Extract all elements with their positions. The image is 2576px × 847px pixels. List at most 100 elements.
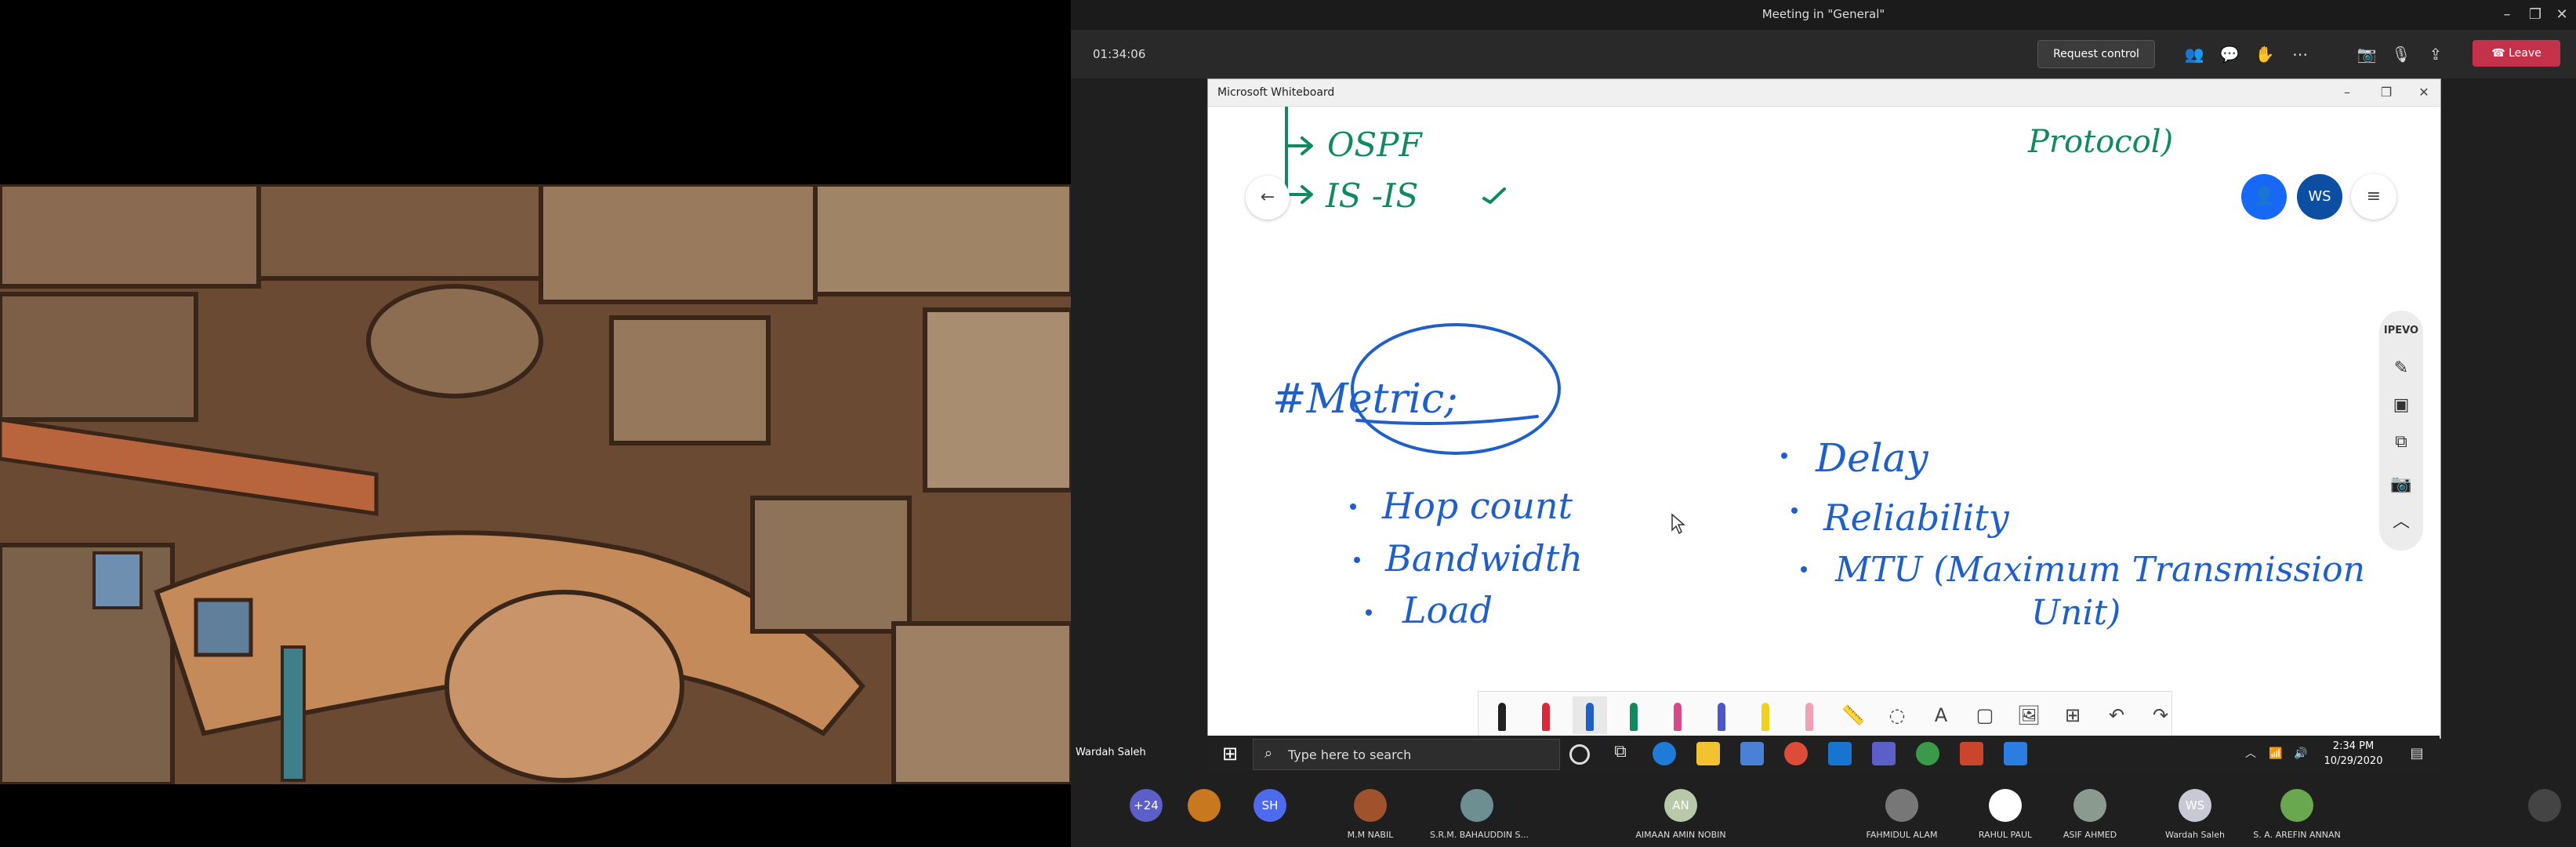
- wb-minimize-icon[interactable]: –: [2335, 83, 2359, 102]
- person-avatar-icon[interactable]: 👤: [2241, 174, 2287, 220]
- collapse-up-icon[interactable]: ︿: [2390, 511, 2412, 533]
- bullet-5: [1791, 507, 1798, 514]
- participant-tile[interactable]: AN AIMAAN AMIN NOBIN: [1634, 772, 1728, 847]
- title-bar: Meeting in "General" – ❐ ✕: [1071, 0, 2576, 30]
- presenter-name: Wardah Saleh: [1076, 747, 1146, 758]
- participant-name: Wardah Saleh: [2165, 830, 2225, 840]
- ink-isis: IS -IS: [1325, 176, 1418, 215]
- taskbar-search-box[interactable]: ⌕ Type here to search: [1253, 739, 1560, 770]
- share-screen-icon[interactable]: ⇪: [2425, 44, 2446, 64]
- mail-icon[interactable]: [1828, 742, 1852, 765]
- powerpoint-icon[interactable]: [1960, 742, 1983, 765]
- minimize-icon[interactable]: –: [2493, 4, 2521, 26]
- pen-blue-tool-selected[interactable]: [1573, 696, 1607, 734]
- ink-reliability: Reliability: [1823, 496, 2010, 539]
- ink-capture-icon[interactable]: ✎: [2390, 358, 2412, 380]
- participant-tile[interactable]: FAHMIDUL ALAM: [1855, 772, 1949, 847]
- hamburger-menu-icon[interactable]: ≡: [2351, 174, 2396, 220]
- chat-icon[interactable]: 💬: [2219, 44, 2240, 64]
- image-capture-icon[interactable]: ▣: [2390, 394, 2412, 416]
- camera-icon[interactable]: 📷: [2390, 474, 2412, 496]
- cortana-icon[interactable]: [1569, 744, 1590, 765]
- wb-close-icon[interactable]: ✕: [2412, 83, 2436, 102]
- bullet-1: [1350, 503, 1356, 510]
- ruler-icon[interactable]: 📏: [1836, 696, 1870, 734]
- arrow-ospf: [1285, 105, 1313, 155]
- chrome-icon[interactable]: [1784, 742, 1808, 765]
- pen-green-tool[interactable]: [1616, 696, 1651, 734]
- network-icon[interactable]: 📶: [2264, 742, 2288, 765]
- participant-tile[interactable]: [2498, 772, 2576, 847]
- whiteboard-app-icon[interactable]: [2004, 742, 2027, 765]
- text-icon[interactable]: A: [1924, 696, 1958, 734]
- back-arrow-button[interactable]: ←: [1246, 176, 1290, 220]
- participant-tile[interactable]: WS Wardah Saleh: [2148, 772, 2242, 847]
- participant-tile[interactable]: RAHUL PAUL: [1958, 772, 2052, 847]
- tray-chevron-icon[interactable]: ︿: [2239, 742, 2262, 765]
- taskbar-clock[interactable]: 2:34 PM 10/29/2020: [2322, 739, 2385, 769]
- edge-icon[interactable]: [1653, 742, 1676, 765]
- ink-bandwidth: Bandwidth: [1384, 537, 1583, 580]
- participant-tile[interactable]: ASIF AHMED: [2043, 772, 2137, 847]
- lasso-icon[interactable]: ◌: [1880, 696, 1914, 734]
- add-content-icon[interactable]: ⊞: [2055, 696, 2090, 734]
- participant-tile[interactable]: S.R.M. BAHAUDDIN S...: [1430, 772, 1529, 847]
- pen-red-tool[interactable]: [1529, 696, 1563, 734]
- participant-avatar: [1460, 789, 1493, 822]
- pen-pink-tool[interactable]: [1660, 696, 1695, 734]
- mouse-cursor-icon: [1671, 513, 1686, 535]
- ink-ospf: OSPF: [1327, 125, 1423, 164]
- bullet-6: [1801, 566, 1807, 573]
- document-capture-icon[interactable]: ⧉: [2390, 431, 2412, 453]
- participant-name: S.R.M. BAHAUDDIN S...: [1430, 830, 1529, 840]
- participant-tile[interactable]: SH: [1223, 772, 1317, 847]
- pen-indigo-tool[interactable]: [1704, 696, 1739, 734]
- search-placeholder: Type here to search: [1288, 747, 1412, 762]
- restore-icon[interactable]: ❐: [2521, 4, 2549, 26]
- notifications-icon[interactable]: ▤: [2405, 742, 2429, 765]
- participant-avatar: [1354, 789, 1387, 822]
- camera-off-icon[interactable]: 📷: [2356, 44, 2377, 64]
- participants-icon[interactable]: 👥: [2184, 44, 2204, 64]
- image-icon[interactable]: 🖼: [2012, 696, 2046, 734]
- participant-avatar: [1885, 789, 1918, 822]
- participant-name: S. A. AREFIN ANNAN: [2253, 830, 2341, 840]
- participant-tile[interactable]: S. A. AREFIN ANNAN: [2250, 772, 2344, 847]
- file-explorer-icon[interactable]: [1696, 742, 1720, 765]
- redo-icon[interactable]: ↷: [2143, 696, 2178, 734]
- task-view-icon[interactable]: ⧉: [1609, 742, 1632, 765]
- whiteboard-title-bar: Microsoft Whiteboard – ❐ ✕: [1208, 79, 2440, 107]
- ink-hop-count: Hop count: [1381, 485, 1573, 527]
- highlighter-tool[interactable]: [1748, 696, 1783, 734]
- wb-restore-icon[interactable]: ❐: [2375, 83, 2398, 102]
- mic-muted-icon[interactable]: 🎙: [2391, 44, 2411, 64]
- leave-button[interactable]: ☎ Leave: [2473, 40, 2560, 67]
- bullet-4: [1781, 453, 1787, 459]
- participant-name: RAHUL PAUL: [1978, 830, 2033, 840]
- participant-avatar: WS: [2179, 789, 2211, 822]
- store-icon[interactable]: [1740, 742, 1764, 765]
- undo-icon[interactable]: ↶: [2099, 696, 2134, 734]
- user-avatar-ws[interactable]: WS: [2297, 174, 2342, 220]
- raise-hand-icon[interactable]: ✋: [2255, 44, 2275, 64]
- leave-label: Leave: [2509, 47, 2542, 60]
- ink-protocol: Protocol): [2027, 124, 2173, 160]
- eraser-tool[interactable]: [1792, 696, 1827, 734]
- more-actions-icon[interactable]: ⋯: [2290, 44, 2310, 64]
- volume-icon[interactable]: 🔊: [2289, 742, 2313, 765]
- ink-unit: Unit): [2031, 593, 2121, 633]
- windows-start-icon[interactable]: ⊞: [1218, 742, 1242, 765]
- participant-tile[interactable]: M.M NABIL: [1323, 772, 1417, 847]
- whiteboard-canvas[interactable]: OSPF IS -IS Protocol) #Metric; Hop count…: [1208, 105, 2440, 738]
- close-icon[interactable]: ✕: [2548, 4, 2576, 26]
- app-green-icon[interactable]: [1916, 742, 1939, 765]
- participant-avatar: [2073, 789, 2106, 822]
- wood-texture-image: [0, 184, 1072, 784]
- sticky-note-icon[interactable]: ▢: [1968, 696, 2002, 734]
- teams-icon[interactable]: [1872, 742, 1896, 765]
- ink-load: Load: [1402, 589, 1493, 631]
- participant-avatar: AN: [1664, 789, 1697, 822]
- request-control-button[interactable]: Request control: [2037, 40, 2155, 68]
- pen-black-tool[interactable]: [1485, 696, 1519, 734]
- camera-side-panel: IPEVO ✎ ▣ ⧉ 📷 ︿: [2379, 311, 2423, 551]
